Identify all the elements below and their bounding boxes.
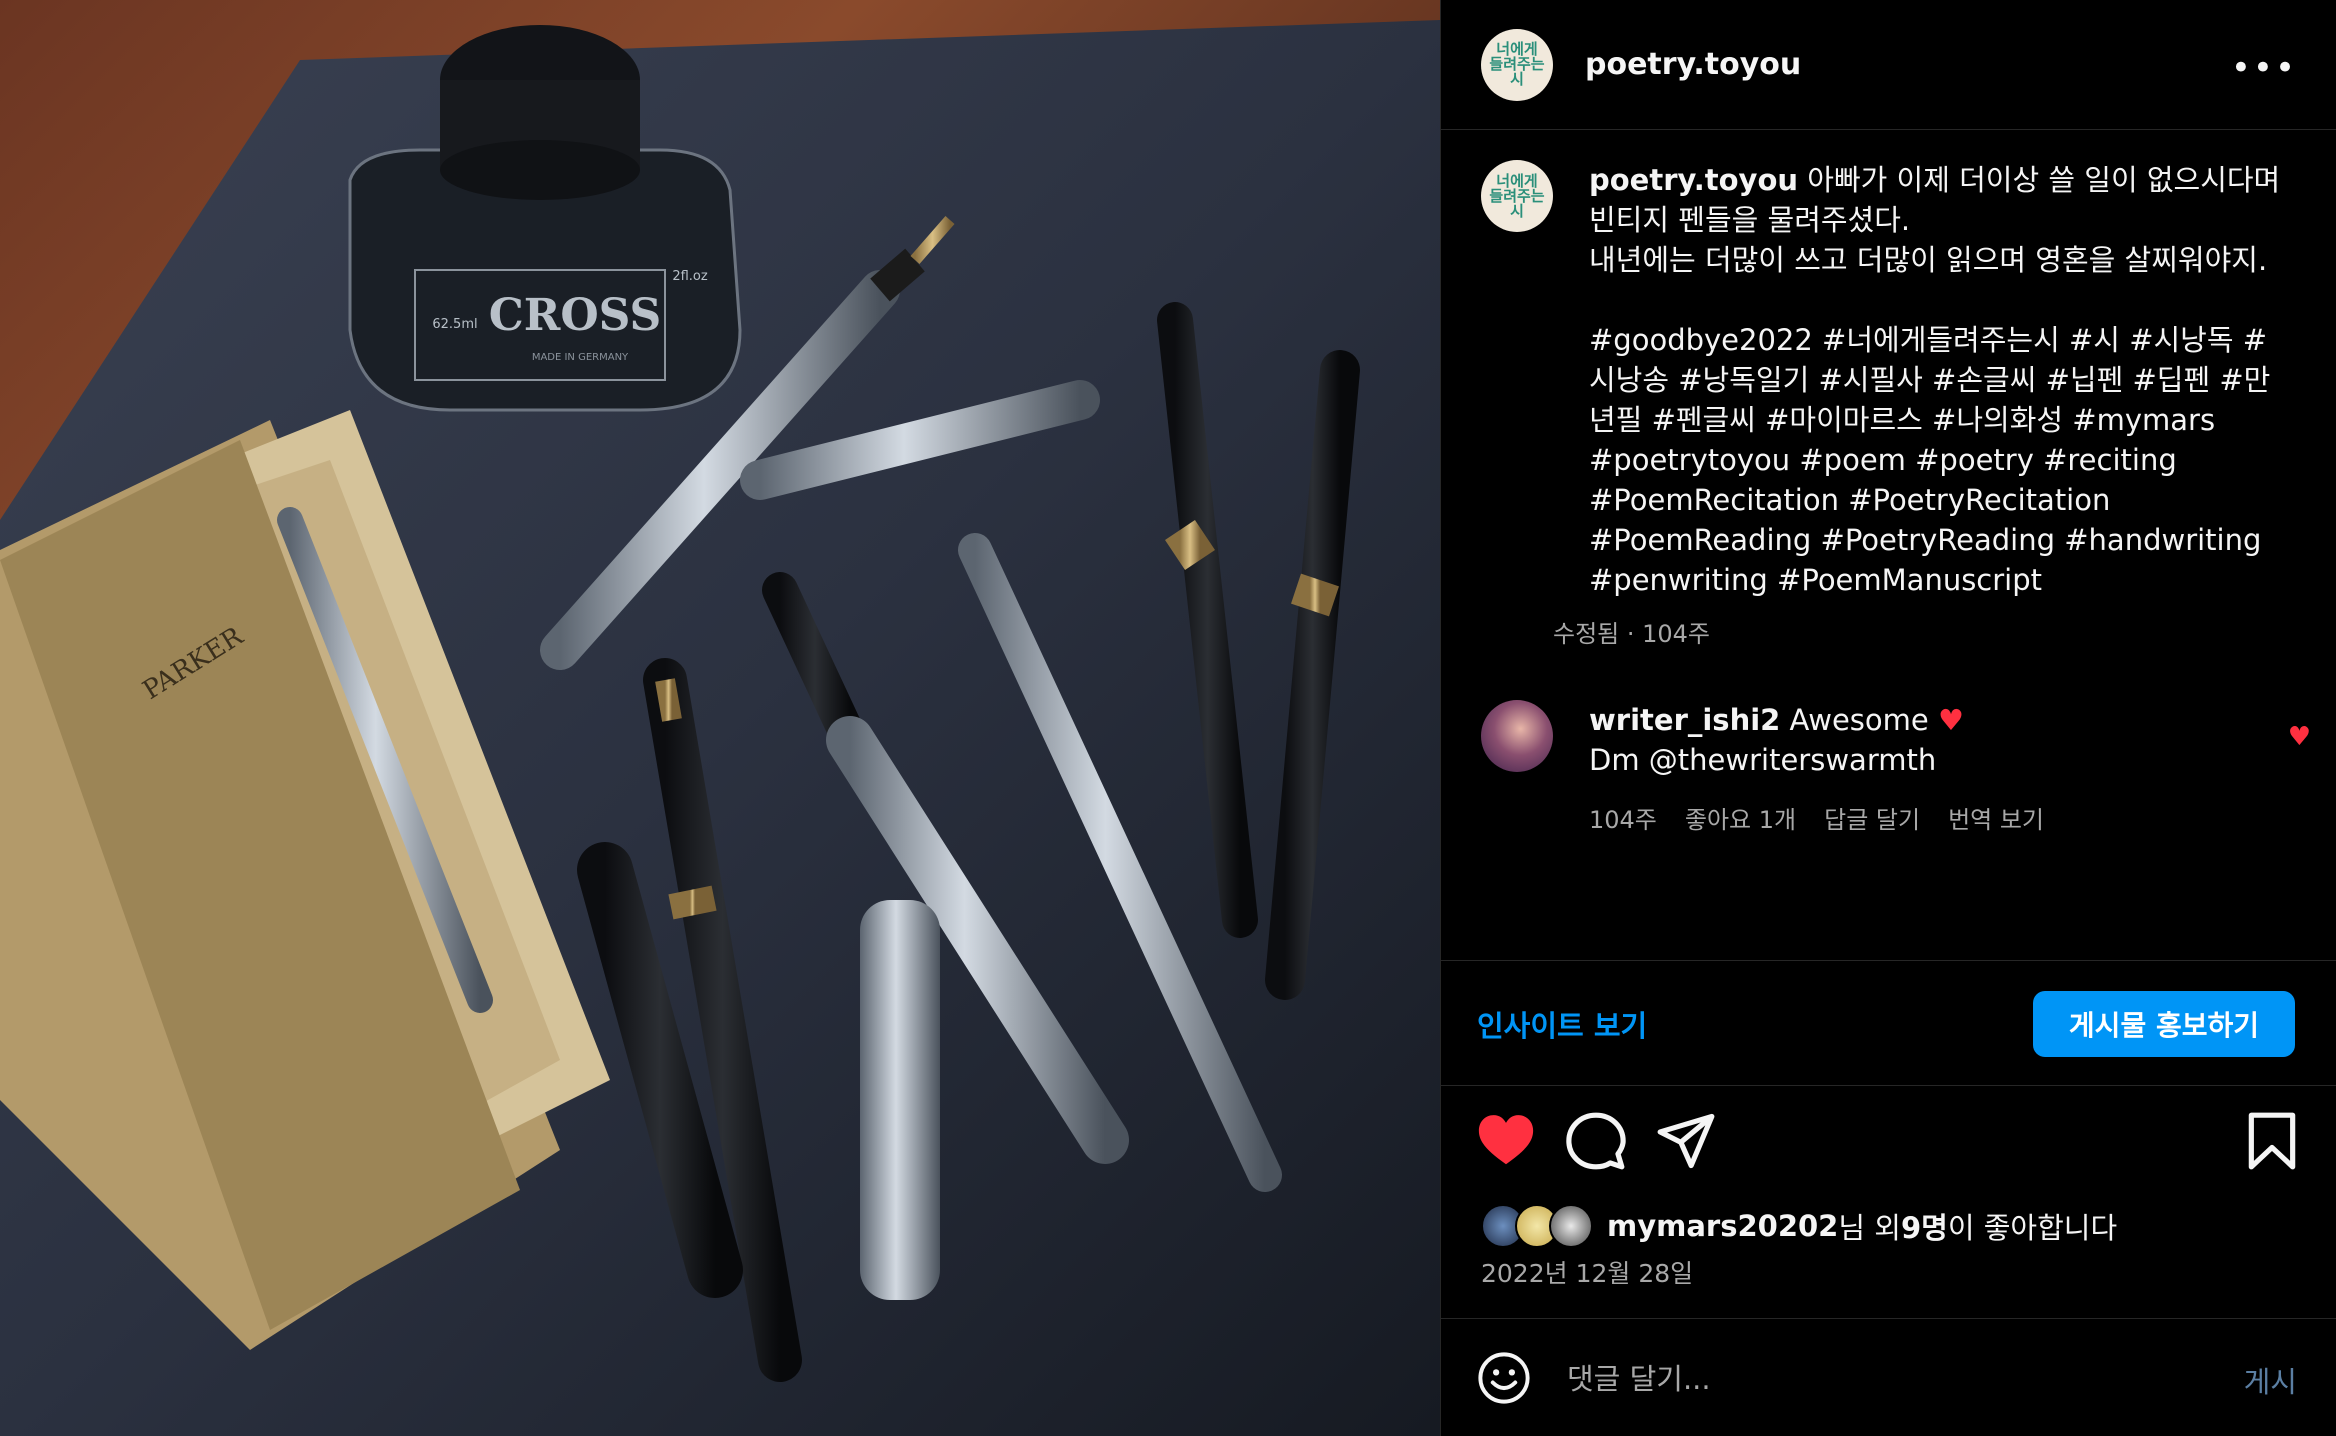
comment-likes[interactable]: 좋아요 1개 <box>1685 800 1796 835</box>
comment-icon[interactable] <box>1565 1110 1627 1172</box>
comment-heart-emoji: ♥ <box>1937 703 1964 737</box>
view-insights-link[interactable]: 인사이트 보기 <box>1477 1003 1647 1045</box>
comment-time: 104주 <box>1589 806 1657 834</box>
pens-photo-illustration: CROSS 62.5ml 2fl.oz MADE IN GERMANY PARK… <box>0 20 1440 1436</box>
comment-actions: 104주 좋아요 1개 답글 달기 번역 보기 <box>1589 800 2269 835</box>
post-photo[interactable]: CROSS 62.5ml 2fl.oz MADE IN GERMANY PARK… <box>0 0 1440 1436</box>
ink-volume-oz-label: 2fl.oz <box>672 269 708 284</box>
likes-suffix: 이 좋아합니다 <box>1947 1211 2118 1245</box>
add-comment-bar: 게시 <box>1441 1318 2336 1436</box>
instagram-post-view: CROSS 62.5ml 2fl.oz MADE IN GERMANY PARK… <box>0 0 2336 1436</box>
commenter-username[interactable]: writer_ishi2 <box>1589 703 1780 737</box>
liker-avatars <box>1481 1204 1593 1248</box>
likes-mid: 님 외 <box>1838 1211 1901 1245</box>
comment-item: writer_ishi2 Awesome ♥ Dm @thewriterswarm… <box>1481 700 2311 835</box>
post-header: 너에게 들려주는 시 poetry.toyou ••• <box>1441 0 2336 130</box>
post-actions <box>1441 1110 2336 1180</box>
caption-block: 너에게 들려주는 시 poetry.toyou 아빠가 이제 더이상 쓸 일이 … <box>1481 160 2301 649</box>
comment-text: writer_ishi2 Awesome ♥ Dm @thewriterswarm… <box>1589 700 2269 780</box>
likes-count[interactable]: 9명 <box>1901 1205 1948 1247</box>
share-icon[interactable] <box>1655 1110 1717 1172</box>
bookmark-icon[interactable] <box>2241 1110 2303 1172</box>
post-date: 2022년 12월 28일 <box>1481 1259 1694 1288</box>
comment-message-line2: Dm @thewriterswarmth <box>1589 743 1937 777</box>
heart-icon[interactable] <box>1475 1110 1537 1172</box>
caption-username[interactable]: poetry.toyou <box>1589 163 1798 197</box>
likes-summary[interactable]: mymars20202 님 외 9명 이 좋아합니다 <box>1481 1204 2117 1248</box>
ink-origin-label: MADE IN GERMANY <box>532 352 629 363</box>
caption-meta: 수정됨 · 104주 <box>1553 620 1711 648</box>
comment-reply-button[interactable]: 답글 달기 <box>1824 800 1920 835</box>
steel-cap <box>860 900 940 1300</box>
ink-volume-label: 62.5ml <box>432 317 477 332</box>
caption-author-avatar[interactable]: 너에게 들려주는 시 <box>1481 160 1553 232</box>
author-username[interactable]: poetry.toyou <box>1585 47 1801 82</box>
caption-body: 아빠가 이제 더이상 쓸 일이 없으시다며 빈티지 펜들을 물려주셨다. 내년에… <box>1589 163 2281 597</box>
liker-name[interactable]: mymars20202 <box>1607 1209 1838 1243</box>
commenter-avatar[interactable] <box>1481 700 1553 772</box>
post-side-panel: 너에게 들려주는 시 poetry.toyou ••• 너에게 들려주는 시 p… <box>1440 0 2336 1436</box>
ink-brand-label: CROSS <box>489 290 662 341</box>
comment-body: writer_ishi2 Awesome ♥ Dm @thewriterswarm… <box>1589 700 2269 835</box>
promote-post-button[interactable]: 게시물 홍보하기 <box>2032 991 2295 1057</box>
comment-input[interactable] <box>1565 1349 2129 1409</box>
emoji-icon[interactable] <box>1477 1351 1531 1405</box>
comment-message: Awesome <box>1780 703 1938 737</box>
more-icon[interactable]: ••• <box>2231 48 2297 88</box>
comment-translate-button[interactable]: 번역 보기 <box>1948 800 2044 835</box>
liker-avatar <box>1549 1204 1593 1248</box>
caption-text: poetry.toyou 아빠가 이제 더이상 쓸 일이 없으시다며 빈티지 펜… <box>1589 160 2289 600</box>
insight-bar: 인사이트 보기 게시물 홍보하기 <box>1441 960 2336 1086</box>
post-comment-button[interactable]: 게시 <box>2244 1359 2297 1401</box>
author-avatar[interactable]: 너에게 들려주는 시 <box>1481 28 1553 101</box>
comment-like-heart-icon[interactable]: ♥ <box>2288 722 2311 752</box>
